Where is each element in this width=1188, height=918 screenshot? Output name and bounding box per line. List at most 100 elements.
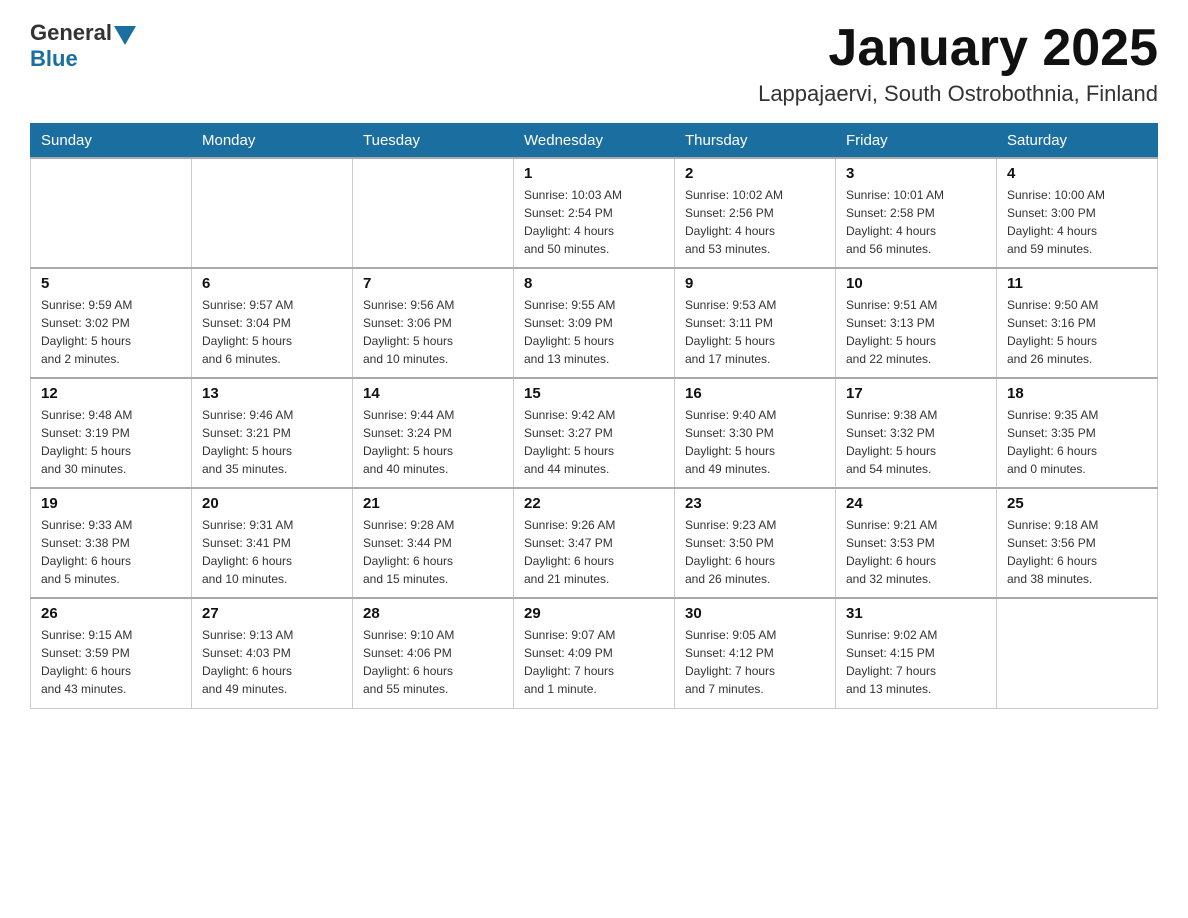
day-detail: Sunrise: 9:15 AMSunset: 3:59 PMDaylight:… bbox=[41, 626, 181, 698]
day-detail: Sunrise: 9:18 AMSunset: 3:56 PMDaylight:… bbox=[1007, 516, 1147, 588]
logo-triangle-icon bbox=[114, 26, 136, 45]
calendar-cell: 21 Sunrise: 9:28 AMSunset: 3:44 PMDayligh… bbox=[353, 488, 514, 598]
header-wednesday: Wednesday bbox=[514, 124, 675, 159]
day-number: 24 bbox=[846, 495, 986, 512]
day-number: 31 bbox=[846, 605, 986, 622]
calendar-cell: 30 Sunrise: 9:05 AMSunset: 4:12 PMDayligh… bbox=[675, 598, 836, 708]
calendar-cell: 25Sunrise: 9:18 AMSunset: 3:56 PMDayligh… bbox=[997, 488, 1158, 598]
calendar-cell: 8 Sunrise: 9:55 AMSunset: 3:09 PMDaylight… bbox=[514, 268, 675, 378]
day-detail: Sunrise: 9:48 AMSunset: 3:19 PMDaylight:… bbox=[41, 406, 181, 478]
header-sunday: Sunday bbox=[31, 124, 192, 159]
calendar-cell: 16 Sunrise: 9:40 AMSunset: 3:30 PMDayligh… bbox=[675, 378, 836, 488]
day-detail: Sunrise: 9:23 AMSunset: 3:50 PMDaylight:… bbox=[685, 516, 825, 588]
day-number: 13 bbox=[202, 385, 342, 402]
day-number: 30 bbox=[685, 605, 825, 622]
calendar-cell: 14Sunrise: 9:44 AMSunset: 3:24 PMDayligh… bbox=[353, 378, 514, 488]
day-number: 11 bbox=[1007, 275, 1147, 292]
logo-general: General bbox=[30, 20, 112, 46]
calendar-week-row: 1 Sunrise: 10:03 AMSunset: 2:54 PMDayligh… bbox=[31, 158, 1158, 268]
day-detail: Sunrise: 10:01 AMSunset: 2:58 PMDaylight… bbox=[846, 186, 986, 258]
calendar-cell: 4 Sunrise: 10:00 AMSunset: 3:00 PMDayligh… bbox=[997, 158, 1158, 268]
calendar-cell bbox=[31, 158, 192, 268]
day-detail: Sunrise: 9:56 AMSunset: 3:06 PMDaylight:… bbox=[363, 296, 503, 368]
calendar-cell: 6 Sunrise: 9:57 AMSunset: 3:04 PMDaylight… bbox=[192, 268, 353, 378]
day-number: 14 bbox=[363, 385, 503, 402]
header-monday: Monday bbox=[192, 124, 353, 159]
calendar-cell: 15 Sunrise: 9:42 AMSunset: 3:27 PMDayligh… bbox=[514, 378, 675, 488]
day-detail: Sunrise: 9:50 AMSunset: 3:16 PMDaylight:… bbox=[1007, 296, 1147, 368]
day-detail: Sunrise: 9:46 AMSunset: 3:21 PMDaylight:… bbox=[202, 406, 342, 478]
day-number: 7 bbox=[363, 275, 503, 292]
header-tuesday: Tuesday bbox=[353, 124, 514, 159]
calendar-cell: 19Sunrise: 9:33 AMSunset: 3:38 PMDayligh… bbox=[31, 488, 192, 598]
logo: General Blue bbox=[30, 20, 136, 72]
day-detail: Sunrise: 9:40 AMSunset: 3:30 PMDaylight:… bbox=[685, 406, 825, 478]
calendar-cell: 17Sunrise: 9:38 AMSunset: 3:32 PMDayligh… bbox=[836, 378, 997, 488]
header-friday: Friday bbox=[836, 124, 997, 159]
day-detail: Sunrise: 9:21 AMSunset: 3:53 PMDaylight:… bbox=[846, 516, 986, 588]
calendar-cell bbox=[192, 158, 353, 268]
day-number: 3 bbox=[846, 165, 986, 182]
day-detail: Sunrise: 10:00 AMSunset: 3:00 PMDaylight… bbox=[1007, 186, 1147, 258]
calendar-cell bbox=[353, 158, 514, 268]
calendar-week-row: 12 Sunrise: 9:48 AMSunset: 3:19 PMDayligh… bbox=[31, 378, 1158, 488]
day-number: 28 bbox=[363, 605, 503, 622]
calendar-cell: 3 Sunrise: 10:01 AMSunset: 2:58 PMDayligh… bbox=[836, 158, 997, 268]
day-number: 26 bbox=[41, 605, 181, 622]
calendar-cell: 26 Sunrise: 9:15 AMSunset: 3:59 PMDayligh… bbox=[31, 598, 192, 708]
day-number: 21 bbox=[363, 495, 503, 512]
day-detail: Sunrise: 9:51 AMSunset: 3:13 PMDaylight:… bbox=[846, 296, 986, 368]
day-detail: Sunrise: 9:53 AMSunset: 3:11 PMDaylight:… bbox=[685, 296, 825, 368]
day-number: 1 bbox=[524, 165, 664, 182]
title-section: January 2025 Lappajaervi, South Ostrobot… bbox=[758, 20, 1158, 107]
calendar-cell: 29Sunrise: 9:07 AMSunset: 4:09 PMDayligh… bbox=[514, 598, 675, 708]
day-number: 17 bbox=[846, 385, 986, 402]
day-number: 2 bbox=[685, 165, 825, 182]
day-number: 15 bbox=[524, 385, 664, 402]
header-saturday: Saturday bbox=[997, 124, 1158, 159]
calendar-week-row: 26 Sunrise: 9:15 AMSunset: 3:59 PMDayligh… bbox=[31, 598, 1158, 708]
day-detail: Sunrise: 9:13 AMSunset: 4:03 PMDaylight:… bbox=[202, 626, 342, 698]
calendar-week-row: 19Sunrise: 9:33 AMSunset: 3:38 PMDayligh… bbox=[31, 488, 1158, 598]
page-header: General Blue January 2025 Lappajaervi, S… bbox=[30, 20, 1158, 107]
calendar-cell: 23 Sunrise: 9:23 AMSunset: 3:50 PMDayligh… bbox=[675, 488, 836, 598]
calendar-cell bbox=[997, 598, 1158, 708]
day-number: 5 bbox=[41, 275, 181, 292]
location-title: Lappajaervi, South Ostrobothnia, Finland bbox=[758, 81, 1158, 107]
day-number: 27 bbox=[202, 605, 342, 622]
calendar-week-row: 5Sunrise: 9:59 AMSunset: 3:02 PMDaylight… bbox=[31, 268, 1158, 378]
day-detail: Sunrise: 9:05 AMSunset: 4:12 PMDaylight:… bbox=[685, 626, 825, 698]
day-detail: Sunrise: 9:42 AMSunset: 3:27 PMDaylight:… bbox=[524, 406, 664, 478]
day-detail: Sunrise: 9:28 AMSunset: 3:44 PMDaylight:… bbox=[363, 516, 503, 588]
day-detail: Sunrise: 9:55 AMSunset: 3:09 PMDaylight:… bbox=[524, 296, 664, 368]
day-detail: Sunrise: 9:35 AMSunset: 3:35 PMDaylight:… bbox=[1007, 406, 1147, 478]
day-number: 12 bbox=[41, 385, 181, 402]
day-number: 22 bbox=[524, 495, 664, 512]
day-detail: Sunrise: 10:03 AMSunset: 2:54 PMDaylight… bbox=[524, 186, 664, 258]
calendar-cell: 5Sunrise: 9:59 AMSunset: 3:02 PMDaylight… bbox=[31, 268, 192, 378]
day-detail: Sunrise: 9:26 AMSunset: 3:47 PMDaylight:… bbox=[524, 516, 664, 588]
day-number: 8 bbox=[524, 275, 664, 292]
day-number: 16 bbox=[685, 385, 825, 402]
day-number: 6 bbox=[202, 275, 342, 292]
day-detail: Sunrise: 9:31 AMSunset: 3:41 PMDaylight:… bbox=[202, 516, 342, 588]
day-number: 4 bbox=[1007, 165, 1147, 182]
day-number: 10 bbox=[846, 275, 986, 292]
calendar-cell: 2 Sunrise: 10:02 AMSunset: 2:56 PMDayligh… bbox=[675, 158, 836, 268]
calendar-table: Sunday Monday Tuesday Wednesday Thursday… bbox=[30, 123, 1158, 709]
header-thursday: Thursday bbox=[675, 124, 836, 159]
calendar-header-row: Sunday Monday Tuesday Wednesday Thursday… bbox=[31, 124, 1158, 159]
month-title: January 2025 bbox=[758, 20, 1158, 77]
day-detail: Sunrise: 9:33 AMSunset: 3:38 PMDaylight:… bbox=[41, 516, 181, 588]
day-number: 23 bbox=[685, 495, 825, 512]
calendar-cell: 12 Sunrise: 9:48 AMSunset: 3:19 PMDayligh… bbox=[31, 378, 192, 488]
calendar-cell: 27 Sunrise: 9:13 AMSunset: 4:03 PMDayligh… bbox=[192, 598, 353, 708]
calendar-cell: 11 Sunrise: 9:50 AMSunset: 3:16 PMDayligh… bbox=[997, 268, 1158, 378]
calendar-cell: 28 Sunrise: 9:10 AMSunset: 4:06 PMDayligh… bbox=[353, 598, 514, 708]
day-detail: Sunrise: 9:57 AMSunset: 3:04 PMDaylight:… bbox=[202, 296, 342, 368]
logo-blue: Blue bbox=[30, 46, 78, 72]
day-detail: Sunrise: 9:10 AMSunset: 4:06 PMDaylight:… bbox=[363, 626, 503, 698]
calendar-cell: 13 Sunrise: 9:46 AMSunset: 3:21 PMDayligh… bbox=[192, 378, 353, 488]
day-detail: Sunrise: 10:02 AMSunset: 2:56 PMDaylight… bbox=[685, 186, 825, 258]
calendar-cell: 18Sunrise: 9:35 AMSunset: 3:35 PMDayligh… bbox=[997, 378, 1158, 488]
